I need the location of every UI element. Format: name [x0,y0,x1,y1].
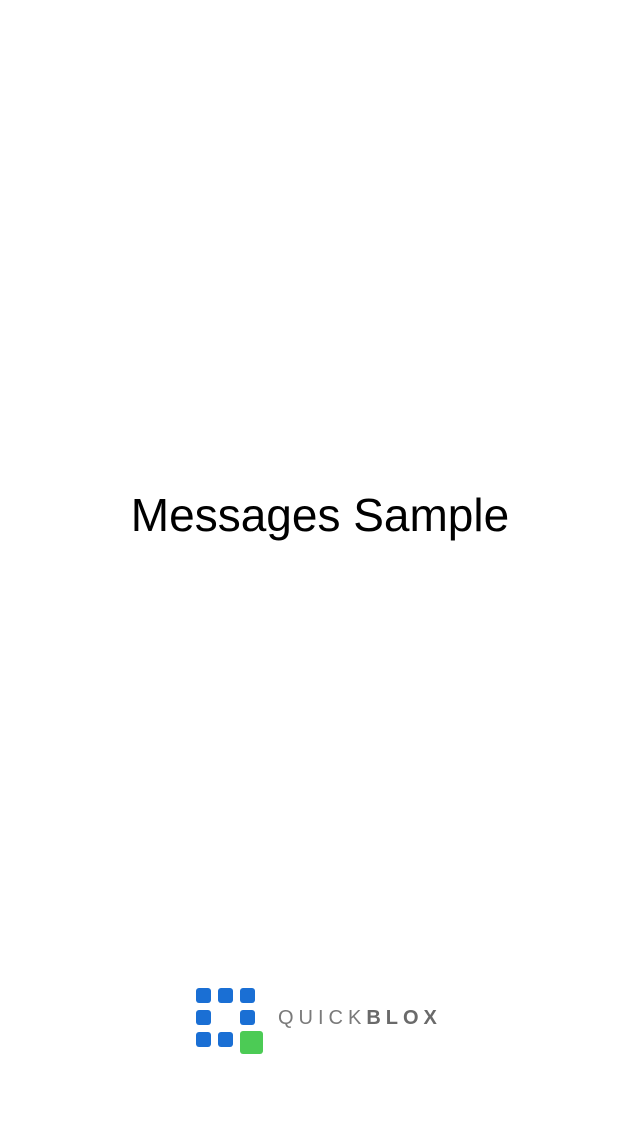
logo-square [240,1010,255,1025]
logo-square [196,1010,211,1025]
splash-screen: Messages Sample QUICKBLOX [0,0,640,1136]
logo-square [196,988,211,1003]
logo-square [218,988,233,1003]
logo-square [196,1032,211,1047]
logo-square-accent [240,1031,263,1054]
quickblox-logo-icon [196,988,264,1054]
quickblox-wordmark: QUICKBLOX [278,1006,442,1030]
wordmark-light: QUICK [278,1007,367,1029]
app-title: Messages Sample [130,489,510,541]
brand-logo: QUICKBLOX [196,988,456,1054]
logo-square [240,988,255,1003]
wordmark-bold: BLOX [366,1007,442,1029]
logo-square [218,1032,233,1047]
